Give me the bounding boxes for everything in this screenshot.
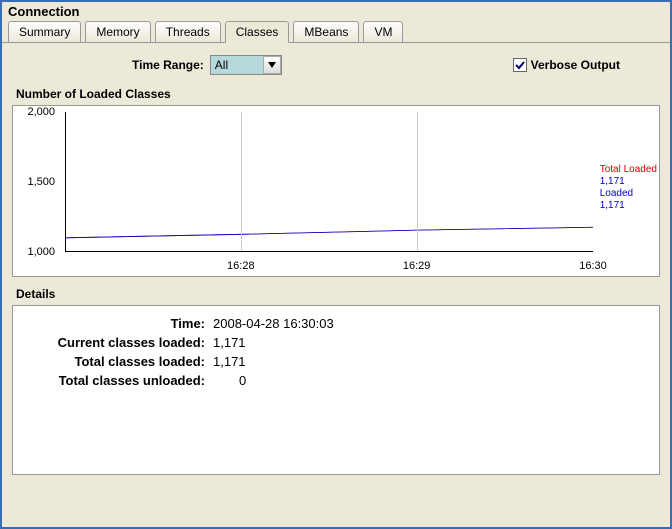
tab-threads[interactable]: Threads <box>155 21 221 42</box>
y-tick-2000: 2,000 <box>27 106 55 118</box>
detail-label-time: Time: <box>23 314 209 333</box>
x-tick-1628: 16:28 <box>227 260 255 272</box>
detail-value-time: 2008-04-28 16:30:03 <box>209 314 334 333</box>
tab-vm[interactable]: VM <box>363 21 403 42</box>
verbose-label: Verbose Output <box>531 58 620 72</box>
legend-loaded: Loaded <box>600 188 657 200</box>
detail-value-current-loaded: 1,171 <box>209 333 334 352</box>
tab-summary[interactable]: Summary <box>8 21 81 42</box>
x-tick-1629: 16:29 <box>403 260 431 272</box>
legend-loaded-value: 1,171 <box>600 200 657 212</box>
time-range-label: Time Range: <box>132 58 204 72</box>
detail-value-total-unloaded: 0 <box>209 371 334 390</box>
connection-window: Connection Summary Memory Threads Classe… <box>0 0 672 529</box>
legend-total-loaded: Total Loaded <box>600 164 657 176</box>
plot-area <box>65 112 593 252</box>
time-range-value: All <box>211 58 263 72</box>
chart-lines <box>66 112 593 251</box>
gridline <box>417 112 418 251</box>
verbose-output-group: Verbose Output <box>513 58 620 72</box>
time-range-select[interactable]: All <box>210 55 282 75</box>
controls-row: Time Range: All Verbose Output <box>12 49 660 85</box>
chart-title: Number of Loaded Classes <box>12 85 660 103</box>
detail-label-total-loaded: Total classes loaded: <box>23 352 209 371</box>
content-area: Time Range: All Verbose Output Number of… <box>2 43 670 481</box>
details-panel: Time: 2008-04-28 16:30:03 Current classe… <box>12 305 660 475</box>
detail-label-total-unloaded: Total classes unloaded: <box>23 371 209 390</box>
time-range-group: Time Range: All <box>132 55 282 75</box>
tab-memory[interactable]: Memory <box>85 21 150 42</box>
detail-value-total-loaded: 1,171 <box>209 352 334 371</box>
details-title: Details <box>12 285 660 303</box>
y-tick-1500: 1,500 <box>27 176 55 188</box>
window-title: Connection <box>2 2 670 19</box>
verbose-checkbox[interactable] <box>513 58 527 72</box>
chevron-down-icon[interactable] <box>263 56 281 74</box>
chart-legend: Total Loaded 1,171 Loaded 1,171 <box>600 164 657 212</box>
detail-label-current-loaded: Current classes loaded: <box>23 333 209 352</box>
classes-chart: 2,000 1,500 1,000 16:28 16:29 16:30 Tota… <box>12 105 660 277</box>
tab-bar: Summary Memory Threads Classes MBeans VM <box>2 19 670 43</box>
gridline <box>241 112 242 251</box>
y-tick-1000: 1,000 <box>27 246 55 258</box>
tab-classes[interactable]: Classes <box>225 21 290 43</box>
details-table: Time: 2008-04-28 16:30:03 Current classe… <box>23 314 334 390</box>
tab-mbeans[interactable]: MBeans <box>293 21 359 42</box>
x-tick-1630: 16:30 <box>579 260 607 272</box>
y-axis: 2,000 1,500 1,000 <box>13 112 61 252</box>
legend-total-loaded-value: 1,171 <box>600 176 657 188</box>
